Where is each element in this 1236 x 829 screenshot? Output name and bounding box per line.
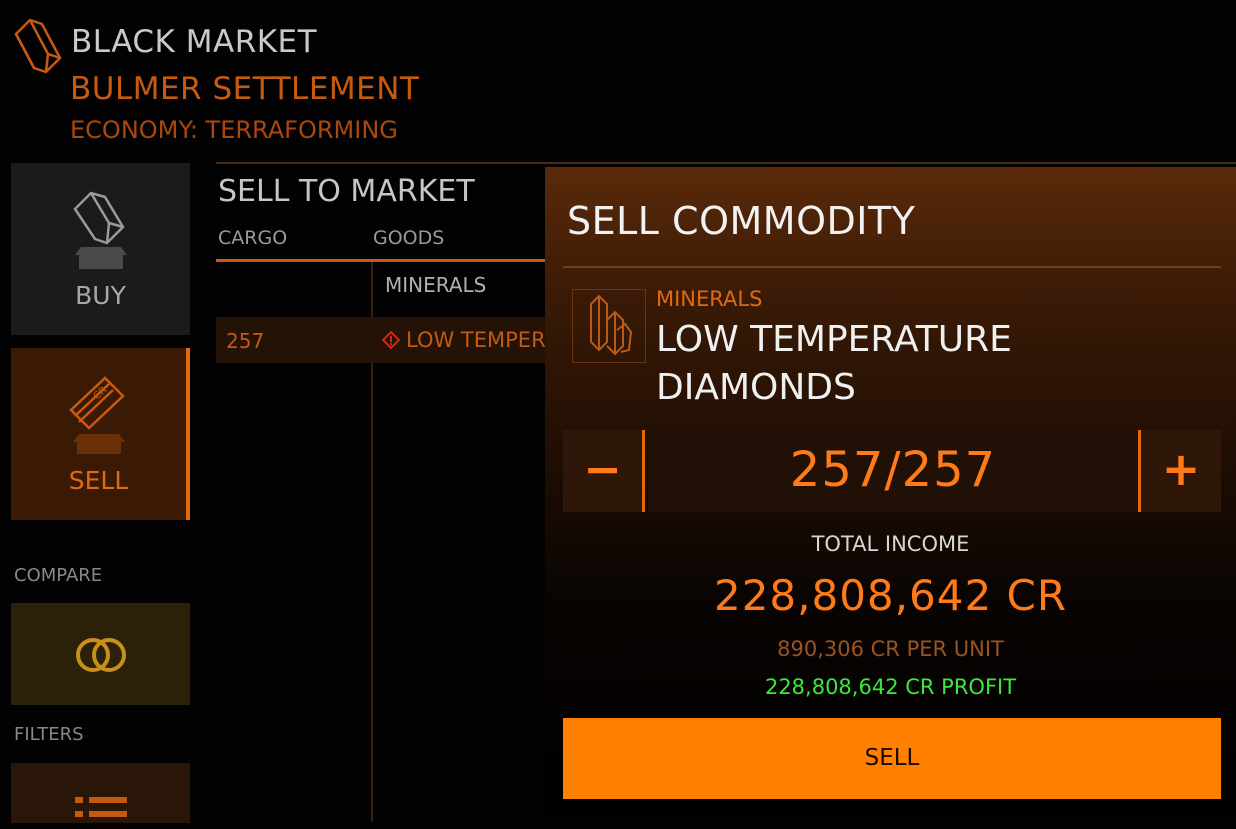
- sell-button[interactable]: SELL: [563, 718, 1221, 799]
- quantity-value: 257/257: [789, 442, 997, 498]
- price-per-unit: 890,306 CR PER UNIT: [777, 637, 1004, 661]
- cargo-quantity: 257: [226, 329, 265, 353]
- total-income-value: 228,808,642 CR: [713, 571, 1068, 620]
- item-category: MINERALS: [656, 287, 763, 311]
- quantity-stepper: − 257/257 +: [563, 430, 1221, 512]
- goods-name: LOW TEMPER: [406, 328, 546, 352]
- category-header: MINERALS: [385, 273, 487, 297]
- filters-button[interactable]: [11, 763, 190, 823]
- item-name-line2: DIAMONDS: [656, 367, 856, 408]
- sell-commodity-panel: SELL COMMODITY MINERALS LOW TEMPERATURE …: [545, 167, 1236, 817]
- compare-heading: COMPARE: [14, 565, 103, 586]
- page-title: BLACK MARKET: [71, 24, 318, 60]
- compare-button[interactable]: [11, 603, 190, 705]
- commodity-crate-icon: [10, 14, 68, 76]
- plus-icon: +: [1161, 442, 1201, 496]
- buy-button[interactable]: BUY: [11, 163, 190, 335]
- total-income-label: TOTAL INCOME: [811, 532, 970, 556]
- table-row[interactable]: 257 LOW TEMPER: [216, 317, 546, 363]
- economy-label: ECONOMY: TERRAFORMING: [70, 116, 398, 144]
- column-header-cargo[interactable]: CARGO: [218, 227, 287, 249]
- sell-label: SELL: [68, 466, 129, 495]
- buy-label: BUY: [75, 281, 126, 310]
- crate-buy-icon: [69, 185, 133, 273]
- panel-title: SELL COMMODITY: [567, 199, 916, 243]
- sell-button-label: SELL: [864, 745, 920, 771]
- minus-icon: −: [583, 442, 622, 496]
- credits-sell-icon: CR: [67, 370, 131, 458]
- illegal-warning-icon: [381, 330, 401, 350]
- profit-value: 228,808,642 CR PROFIT: [764, 675, 1017, 699]
- sell-nav-button[interactable]: CR SELL: [11, 348, 190, 520]
- station-name: BULMER SETTLEMENT: [70, 71, 420, 107]
- quantity-field[interactable]: 257/257: [648, 430, 1138, 512]
- header-underline: [216, 259, 556, 262]
- item-name-line1: LOW TEMPERATURE: [656, 319, 1012, 360]
- market-title: SELL TO MARKET: [218, 174, 475, 209]
- crystal-icon: [572, 289, 646, 363]
- column-header-goods[interactable]: GOODS: [373, 227, 444, 249]
- increase-button[interactable]: +: [1138, 430, 1221, 512]
- compare-rings-icon: [73, 635, 129, 679]
- divider: [563, 266, 1221, 268]
- divider: [216, 162, 1236, 164]
- decrease-button[interactable]: −: [563, 430, 645, 512]
- filter-list-icon: [73, 795, 129, 829]
- filters-heading: FILTERS: [14, 724, 84, 745]
